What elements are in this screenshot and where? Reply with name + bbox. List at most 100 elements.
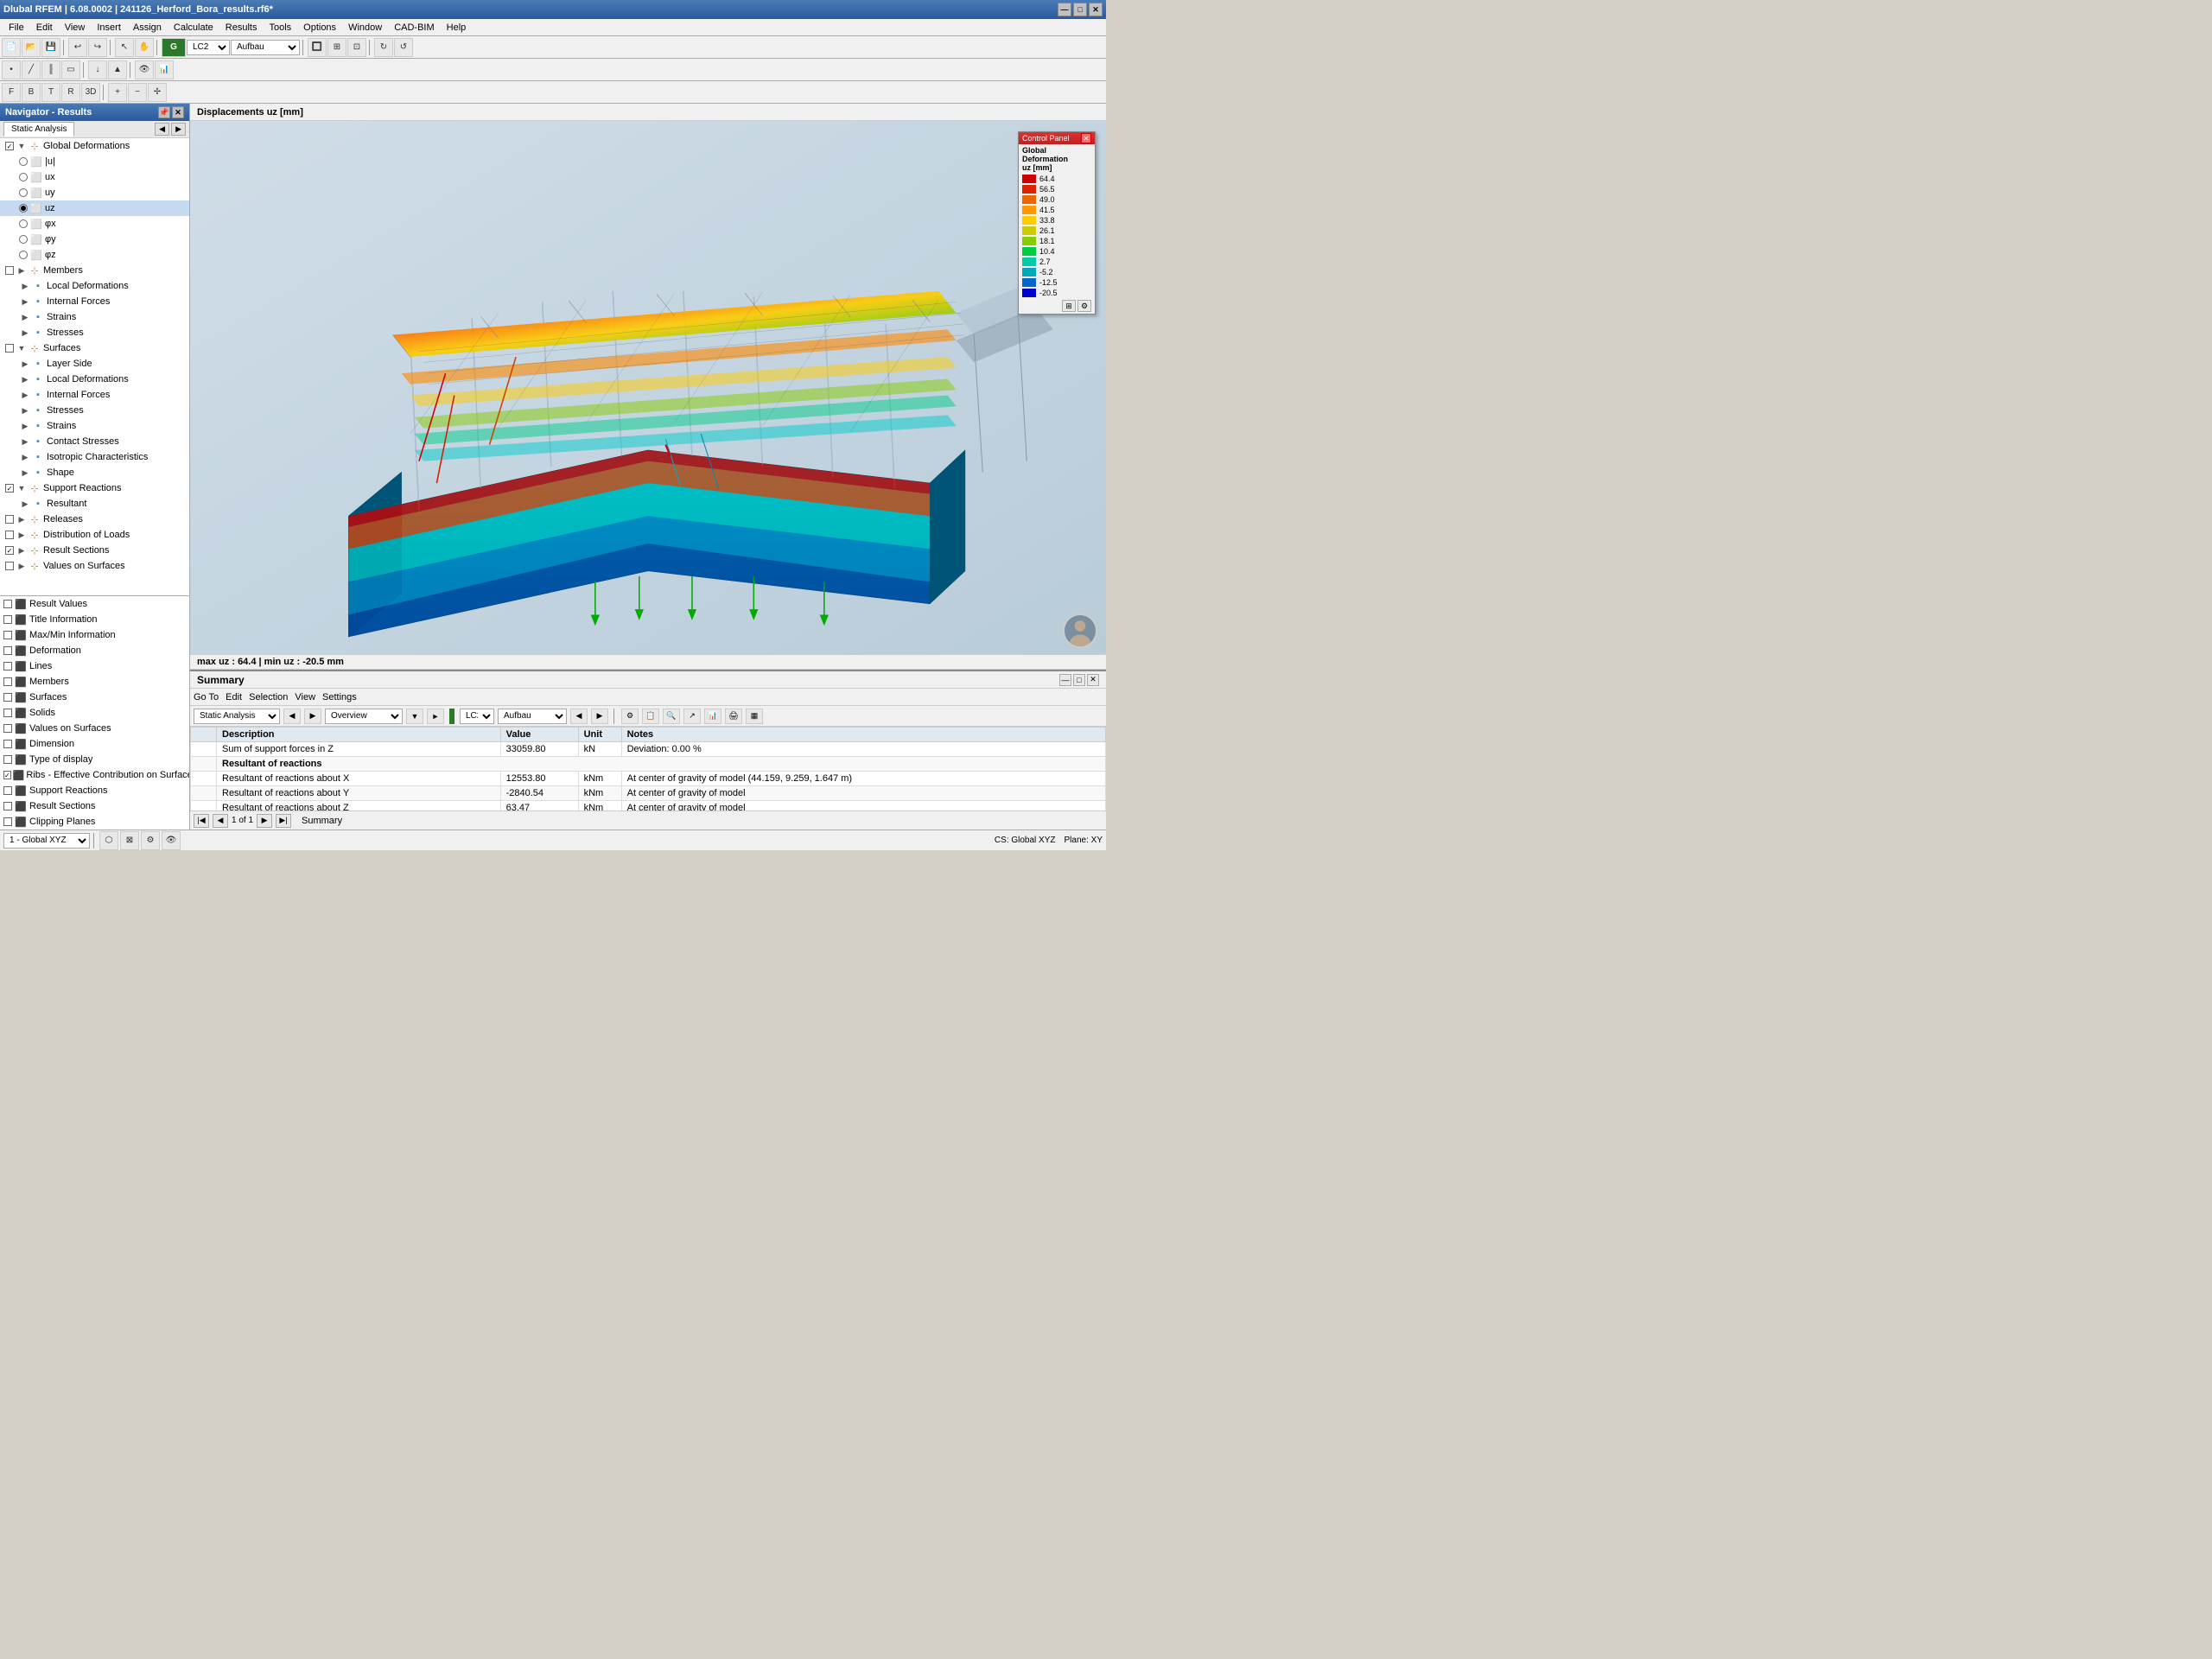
radio-ux[interactable] — [19, 173, 28, 181]
zoom-in[interactable]: + — [108, 83, 127, 102]
radio-phiz[interactable] — [19, 251, 28, 259]
lines-check[interactable] — [3, 662, 12, 671]
maximize-button[interactable]: □ — [1073, 3, 1087, 16]
menu-cad-bim[interactable]: CAD-BIM — [389, 22, 439, 34]
lower-item-deformation[interactable]: ⬛ Deformation — [0, 643, 189, 658]
sum-action1[interactable]: ⚙ — [621, 709, 639, 724]
display-button[interactable]: 👁 — [135, 60, 154, 79]
sum-action4[interactable]: ↗ — [683, 709, 701, 724]
ribs-check[interactable]: ✓ — [3, 771, 11, 779]
tree-item-members-strains[interactable]: ▶ ▪ Strains — [0, 309, 189, 325]
menu-window[interactable]: Window — [343, 22, 387, 34]
lower-item-type-display[interactable]: ⬛ Type of display — [0, 752, 189, 767]
tree-item-values-surfaces[interactable]: ▶ ⊹ Values on Surfaces — [0, 558, 189, 574]
back-view[interactable]: B — [22, 83, 41, 102]
menu-tools[interactable]: Tools — [264, 22, 296, 34]
lower-support-reactions-check[interactable] — [3, 786, 12, 795]
members-checkbox[interactable] — [5, 266, 14, 275]
members-stresses-expand[interactable]: ▶ — [19, 328, 31, 338]
lower-item-result-values[interactable]: ⬛ Result Values — [0, 596, 189, 612]
tree-item-releases[interactable]: ▶ ⊹ Releases — [0, 512, 189, 527]
tree-item-surfaces-contact[interactable]: ▶ ▪ Contact Stresses — [0, 434, 189, 449]
menu-edit[interactable]: Edit — [31, 22, 58, 34]
support-reactions-checkbox[interactable]: ✓ — [5, 484, 14, 493]
summary-lc-prev[interactable]: ◀ — [570, 709, 588, 724]
tree-item-surfaces-stresses[interactable]: ▶ ▪ Stresses — [0, 403, 189, 418]
bottom-btn3[interactable]: ⚙ — [141, 831, 160, 850]
navigator-pin-button[interactable]: 📌 — [158, 106, 170, 118]
resultant-expand[interactable]: ▶ — [19, 499, 31, 509]
summary-load-combo-selector[interactable]: Aufbau — [498, 709, 567, 724]
members-strains-expand[interactable]: ▶ — [19, 313, 31, 322]
clipping-planes-check[interactable] — [3, 817, 12, 826]
tree-item-distribution-loads[interactable]: ▶ ⊹ Distribution of Loads — [0, 527, 189, 543]
legend-expand-button[interactable]: ⊞ — [1062, 300, 1076, 312]
global-deformations-expand[interactable]: ▼ — [16, 142, 28, 150]
navigator-close-button[interactable]: ✕ — [172, 106, 184, 118]
legend-settings-button[interactable]: ⚙ — [1077, 300, 1091, 312]
page-next-button[interactable]: ▶ — [257, 814, 272, 828]
menu-insert[interactable]: Insert — [92, 22, 126, 34]
surfaces-stresses-expand[interactable]: ▶ — [19, 406, 31, 416]
bottom-btn4[interactable]: 👁 — [162, 831, 181, 850]
surfaces-isotropic-expand[interactable]: ▶ — [19, 453, 31, 462]
tree-item-surfaces-isotropic[interactable]: ▶ ▪ Isotropic Characteristics — [0, 449, 189, 465]
lc-selector[interactable]: LC2 — [187, 40, 230, 55]
dimension-check[interactable] — [3, 740, 12, 748]
tree-item-ux[interactable]: ⬜ ux — [0, 169, 189, 185]
radio-phiy[interactable] — [19, 235, 28, 244]
member-button[interactable]: ║ — [41, 60, 60, 79]
solids-check[interactable] — [3, 709, 12, 717]
menu-view[interactable]: View — [60, 22, 91, 34]
tree-item-members-stresses[interactable]: ▶ ▪ Stresses — [0, 325, 189, 340]
lower-item-title-info[interactable]: ⬛ Title Information — [0, 612, 189, 627]
right-view[interactable]: R — [61, 83, 80, 102]
summary-analysis-selector[interactable]: Static Analysis — [194, 709, 280, 724]
lower-item-clipping-planes[interactable]: ⬛ Clipping Planes — [0, 814, 189, 830]
tree-item-surfaces[interactable]: ▼ ⊹ Surfaces — [0, 340, 189, 356]
bottom-btn1[interactable]: ⬡ — [99, 831, 118, 850]
summary-collapse-button[interactable]: ► — [427, 709, 444, 724]
radio-phix[interactable] — [19, 219, 28, 228]
menu-results[interactable]: Results — [220, 22, 263, 34]
minimize-button[interactable]: — — [1058, 3, 1071, 16]
rotate-y-button[interactable]: ↺ — [394, 38, 413, 57]
summary-edit-button[interactable]: Edit — [226, 692, 242, 702]
menu-help[interactable]: Help — [442, 22, 472, 34]
sum-action5[interactable]: 📊 — [704, 709, 721, 724]
result-button[interactable]: 📊 — [155, 60, 174, 79]
summary-settings-button[interactable]: Settings — [322, 692, 357, 702]
summary-overview-selector[interactable]: Overview — [325, 709, 403, 724]
result-sections-expand[interactable]: ▶ — [16, 546, 28, 556]
page-first-button[interactable]: |◀ — [194, 814, 209, 828]
releases-checkbox[interactable] — [5, 515, 14, 524]
summary-lc-selector[interactable]: LC2 — [460, 709, 494, 724]
lower-item-surfaces[interactable]: ⬛ Surfaces — [0, 690, 189, 705]
members-local-def-expand[interactable]: ▶ — [19, 282, 31, 291]
title-info-check[interactable] — [3, 615, 12, 624]
tree-item-result-sections[interactable]: ✓ ▶ ⊹ Result Sections — [0, 543, 189, 558]
releases-expand[interactable]: ▶ — [16, 515, 28, 524]
distribution-loads-expand[interactable]: ▶ — [16, 531, 28, 540]
deformation-check[interactable] — [3, 646, 12, 655]
support-reactions-expand[interactable]: ▼ — [16, 484, 28, 493]
summary-view-button[interactable]: View — [295, 692, 315, 702]
open-button[interactable]: 📂 — [22, 38, 41, 57]
tree-item-surfaces-local-def[interactable]: ▶ ▪ Local Deformations — [0, 372, 189, 387]
lower-result-sections-check[interactable] — [3, 802, 12, 810]
result-sections-checkbox[interactable]: ✓ — [5, 546, 14, 555]
radio-uy[interactable] — [19, 188, 28, 197]
iso-view[interactable]: 3D — [81, 83, 100, 102]
top-view[interactable]: T — [41, 83, 60, 102]
summary-close-button[interactable]: ✕ — [1087, 674, 1099, 686]
close-button[interactable]: ✕ — [1089, 3, 1103, 16]
coord-system-selector[interactable]: 1 - Global XYZ — [3, 833, 90, 849]
pan[interactable]: ✢ — [148, 83, 167, 102]
tree-item-uy[interactable]: ⬜ uy — [0, 185, 189, 200]
menu-calculate[interactable]: Calculate — [168, 22, 219, 34]
surfaces-shape-expand[interactable]: ▶ — [19, 468, 31, 478]
result-values-check[interactable] — [3, 600, 12, 608]
tree-item-surfaces-shape[interactable]: ▶ ▪ Shape — [0, 465, 189, 480]
wire-button[interactable]: ⊞ — [327, 38, 346, 57]
summary-selection-button[interactable]: Selection — [249, 692, 288, 702]
